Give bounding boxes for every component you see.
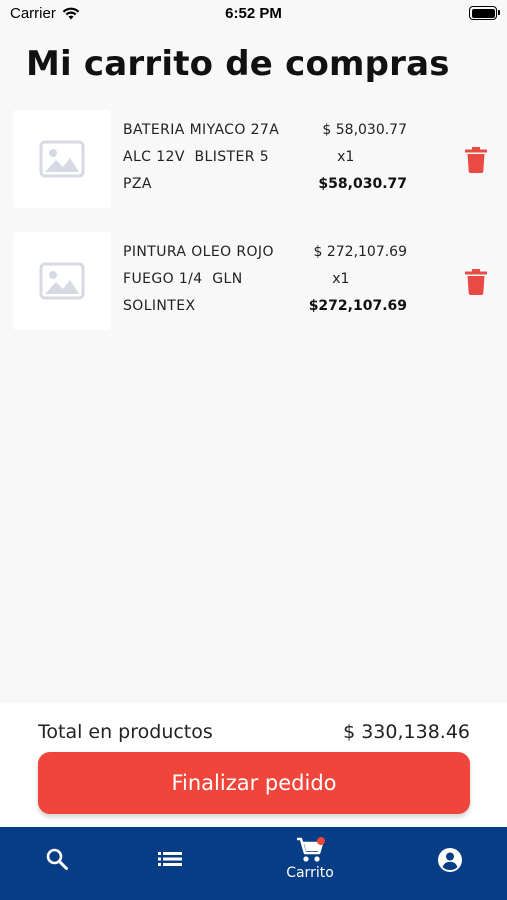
battery-icon bbox=[469, 6, 500, 20]
page-title: Mi carrito de compras bbox=[26, 44, 450, 84]
status-bar: Carrier 6:52 PM bbox=[0, 0, 507, 28]
price-column: $ 58,030.77 x1 $58,030.77 bbox=[318, 122, 407, 203]
unit-price: $ 58,030.77 bbox=[322, 122, 407, 138]
status-time: 6:52 PM bbox=[225, 5, 282, 22]
search-icon bbox=[46, 848, 68, 870]
product-name-line: BATERIA MIYACO 27A bbox=[123, 122, 280, 138]
quantity: x1 bbox=[332, 271, 350, 287]
product-thumbnail[interactable] bbox=[13, 110, 111, 208]
product-name: PINTURA OLEO ROJO FUEGO 1/4 GLN SOLINTEX bbox=[123, 244, 274, 325]
total-label: Total en productos bbox=[38, 721, 213, 743]
price-column: $ 272,107.69 x1 $272,107.69 bbox=[309, 244, 407, 325]
product-name-line: FUEGO 1/4 GLN bbox=[123, 271, 243, 287]
tab-list[interactable] bbox=[148, 827, 192, 900]
delete-item-button[interactable] bbox=[465, 269, 487, 295]
tab-cart-label: Carrito bbox=[286, 865, 334, 881]
unit-price: $ 272,107.69 bbox=[313, 244, 407, 260]
product-name-line: PZA bbox=[123, 176, 152, 192]
trash-icon bbox=[465, 269, 487, 295]
bottom-tab-bar: Carrito bbox=[0, 827, 507, 900]
tab-cart[interactable]: Carrito bbox=[280, 827, 340, 900]
product-name-line: PINTURA OLEO ROJO bbox=[123, 244, 274, 260]
trash-icon bbox=[465, 147, 487, 173]
image-placeholder-icon bbox=[39, 262, 85, 300]
cart-item: PINTURA OLEO ROJO FUEGO 1/4 GLN SOLINTEX… bbox=[0, 232, 507, 332]
delete-item-button[interactable] bbox=[465, 147, 487, 173]
list-icon bbox=[158, 852, 182, 866]
product-name-line: SOLINTEX bbox=[123, 298, 196, 314]
item-subtotal: $272,107.69 bbox=[308, 298, 407, 314]
tab-search[interactable] bbox=[35, 827, 79, 900]
tab-account[interactable] bbox=[428, 827, 472, 900]
order-summary: Total en productos $ 330,138.46 Finaliza… bbox=[0, 703, 507, 827]
image-placeholder-icon bbox=[39, 140, 85, 178]
account-icon bbox=[438, 848, 462, 872]
cart-badge-dot bbox=[317, 837, 325, 845]
product-name: BATERIA MIYACO 27A ALC 12V BLISTER 5 PZA bbox=[123, 122, 279, 203]
product-thumbnail[interactable] bbox=[13, 232, 111, 330]
product-name-line: ALC 12V BLISTER 5 bbox=[123, 149, 269, 165]
cart-item: BATERIA MIYACO 27A ALC 12V BLISTER 5 PZA… bbox=[0, 110, 507, 210]
total-value: $ 330,138.46 bbox=[343, 721, 470, 743]
item-subtotal: $58,030.77 bbox=[318, 176, 407, 192]
quantity: x1 bbox=[337, 149, 355, 165]
checkout-button[interactable]: Finalizar pedido bbox=[38, 752, 470, 814]
